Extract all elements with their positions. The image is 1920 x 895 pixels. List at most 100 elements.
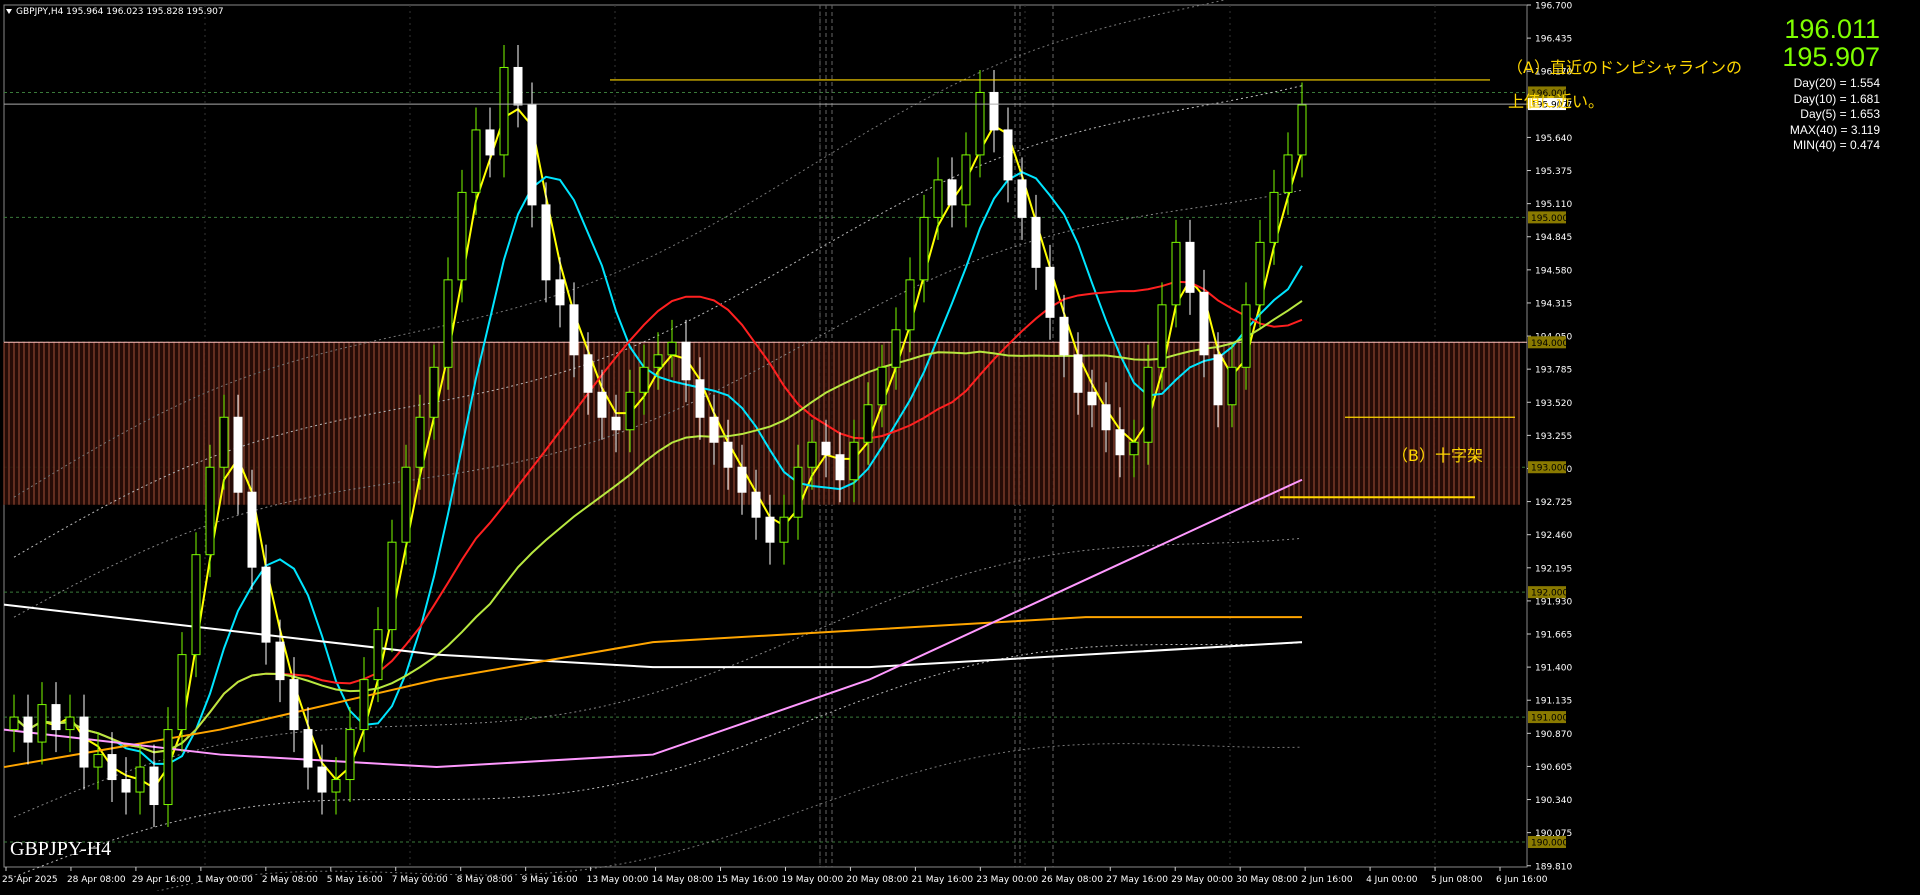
y-tick-label: 195.110 xyxy=(1535,200,1572,210)
candle-body xyxy=(303,729,313,768)
x-tick-label: 1 May 00:00 xyxy=(197,875,253,885)
x-tick-label: 13 May 00:00 xyxy=(587,875,649,885)
x-tick-label: 15 May 16:00 xyxy=(717,875,779,885)
stat-day10: Day(10) = 1.681 xyxy=(1793,91,1880,106)
price-tag-label: 191.000 xyxy=(1531,714,1568,724)
candle-body xyxy=(135,766,145,793)
x-tick-label: 30 May 08:00 xyxy=(1236,875,1298,885)
candle-body xyxy=(429,366,439,418)
candle-body xyxy=(401,466,411,543)
price-axis: 196.700196.435196.170195.907195.640195.3… xyxy=(1527,2,1572,872)
x-tick-label: 26 May 08:00 xyxy=(1041,875,1103,885)
candle-body xyxy=(107,754,117,781)
candle-body xyxy=(23,716,33,743)
chart[interactable]: 196.700196.435196.170195.907195.640195.3… xyxy=(0,0,1920,895)
annotation-a-line2: 上値に近い。 xyxy=(1508,92,1605,111)
candle-body xyxy=(723,441,733,468)
candle-body xyxy=(1045,266,1055,318)
candle-body xyxy=(1115,429,1125,456)
candle-body xyxy=(933,179,943,218)
y-tick-label: 192.195 xyxy=(1535,564,1572,574)
price-tag-label: 192.000 xyxy=(1531,589,1568,599)
y-tick-label: 190.605 xyxy=(1535,763,1572,773)
candle-body xyxy=(667,341,677,356)
candle-body xyxy=(947,179,957,206)
ask-price-large: 195.907 xyxy=(1782,42,1880,72)
x-tick-label: 21 May 16:00 xyxy=(911,875,973,885)
candle-body xyxy=(751,491,761,518)
candle-body xyxy=(471,129,481,193)
candle-body xyxy=(387,541,397,631)
candle-body xyxy=(513,66,523,106)
y-tick-label: 194.845 xyxy=(1535,233,1572,243)
y-tick-label: 193.520 xyxy=(1535,399,1572,409)
dropdown-arrow-icon[interactable] xyxy=(6,9,12,14)
x-tick-label: 14 May 08:00 xyxy=(652,875,714,885)
x-tick-label: 27 May 16:00 xyxy=(1106,875,1168,885)
stat-max40: MAX(40) = 3.119 xyxy=(1789,122,1880,137)
candle-body xyxy=(1031,216,1041,268)
candle-body xyxy=(583,354,593,393)
y-tick-label: 192.460 xyxy=(1535,531,1572,541)
candle-body xyxy=(905,279,915,331)
candle-body xyxy=(1017,179,1027,218)
candle-body xyxy=(205,466,215,556)
candle-body xyxy=(835,454,845,481)
candle-body xyxy=(79,716,89,768)
candle-body xyxy=(247,491,257,568)
candle-body xyxy=(121,779,131,793)
y-tick-label: 191.665 xyxy=(1535,631,1572,641)
bid-price-large: 196.011 xyxy=(1784,14,1880,44)
candle-body xyxy=(779,516,789,543)
candle-body xyxy=(163,729,173,806)
y-tick-label: 191.400 xyxy=(1535,664,1572,674)
candle-body xyxy=(891,329,901,368)
y-tick-label: 191.135 xyxy=(1535,697,1572,707)
x-tick-label: 23 May 00:00 xyxy=(976,875,1038,885)
candle-body xyxy=(1241,304,1251,368)
candle-body xyxy=(1227,366,1237,406)
candle-body xyxy=(177,654,187,731)
candle-body xyxy=(9,716,19,731)
candle-body xyxy=(821,441,831,456)
candle-body xyxy=(975,91,985,156)
chart-canvas[interactable]: 196.700196.435196.170195.907195.640195.3… xyxy=(0,0,1920,895)
x-tick-label: 5 Jun 08:00 xyxy=(1431,875,1483,885)
x-tick-label: 20 May 08:00 xyxy=(846,875,908,885)
candle-body xyxy=(807,441,817,468)
candle-body xyxy=(359,679,369,731)
candle-body xyxy=(597,391,607,418)
candle-body xyxy=(639,366,649,393)
candle-body xyxy=(485,129,495,156)
annotation-a-line1: （A）直近のドンピシャラインの xyxy=(1507,58,1742,77)
price-tag-label: 190.000 xyxy=(1531,839,1568,849)
candle-body xyxy=(765,516,775,543)
stat-min40: MIN(40) = 0.474 xyxy=(1792,138,1880,152)
y-tick-label: 193.255 xyxy=(1535,432,1572,442)
x-tick-label: 2 Jun 16:00 xyxy=(1301,875,1353,885)
candle-body xyxy=(219,416,229,468)
candle-body xyxy=(191,554,201,656)
y-tick-label: 195.375 xyxy=(1535,167,1572,177)
ohlc-info: GBPJPY,H4 195.964 196.023 195.828 195.90… xyxy=(16,7,224,17)
y-tick-label: 193.785 xyxy=(1535,366,1572,376)
candle-body xyxy=(1157,304,1167,368)
cloud-fill xyxy=(4,342,1520,505)
candle-body xyxy=(527,104,537,206)
y-tick-label: 189.810 xyxy=(1535,862,1572,872)
candle-body xyxy=(37,704,47,743)
candle-body xyxy=(261,566,271,643)
candle-body xyxy=(1087,391,1097,406)
symbol-info-bar: GBPJPY,H4 195.964 196.023 195.828 195.90… xyxy=(6,7,224,17)
y-tick-label: 194.580 xyxy=(1535,266,1572,276)
candle-body xyxy=(1129,441,1139,456)
candle-body xyxy=(709,416,719,443)
candle-body xyxy=(93,754,103,768)
candle-body xyxy=(961,154,971,206)
x-tick-label: 28 Apr 08:00 xyxy=(67,875,126,885)
x-tick-label: 8 May 08:00 xyxy=(457,875,513,885)
y-tick-label: 190.340 xyxy=(1535,796,1572,806)
candle-body xyxy=(541,204,551,281)
x-tick-label: 29 May 00:00 xyxy=(1171,875,1233,885)
x-tick-label: 2 May 08:00 xyxy=(262,875,318,885)
